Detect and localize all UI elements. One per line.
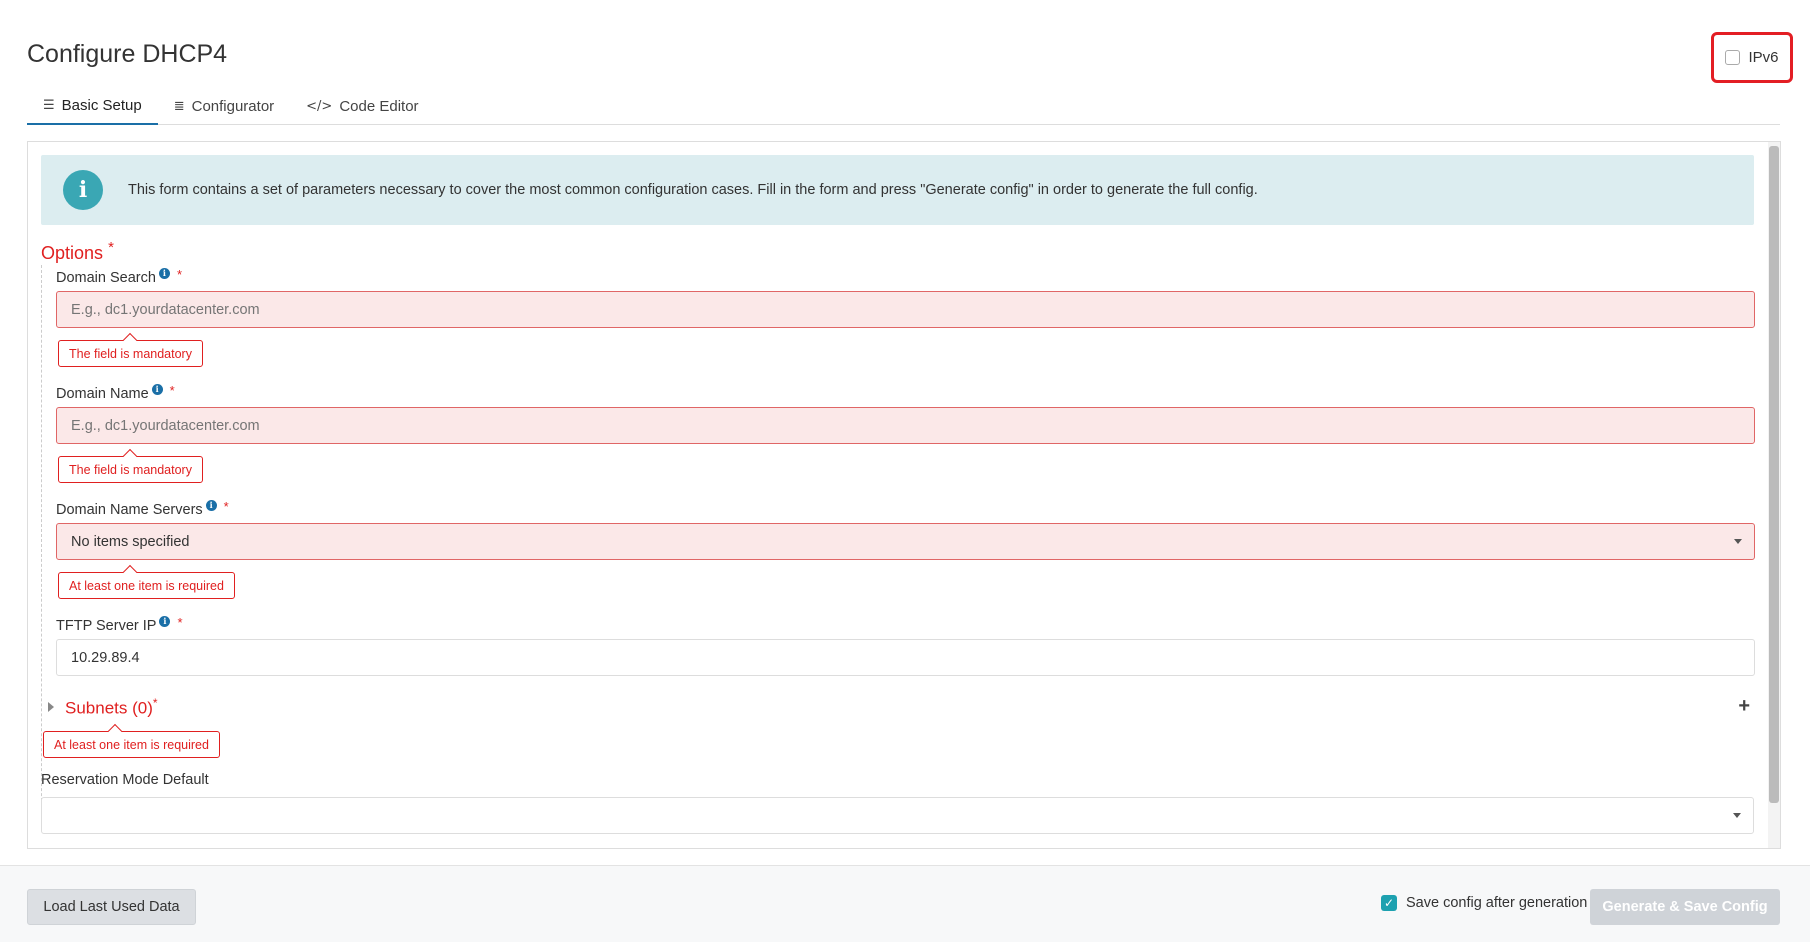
reservation-mode-label: Reservation Mode Default [41,772,209,788]
info-icon[interactable]: i [205,500,217,511]
info-text: This form contains a set of parameters n… [128,182,1258,198]
add-subnet-icon[interactable]: + [1738,695,1750,718]
domain-name-servers-label: Domain Name Servers i * [56,499,229,518]
info-icon[interactable]: i [158,268,170,279]
options-title: Options [41,243,104,263]
ipv6-label: IPv6 [1748,49,1779,66]
required-mark: * [177,615,183,630]
info-icon[interactable]: i [159,616,171,627]
required-mark: * [152,695,158,710]
domain-name-servers-select[interactable]: No items specified [56,523,1755,560]
ipv6-checkbox[interactable] [1725,50,1741,65]
info-icon[interactable]: i [151,384,163,395]
tab-basic-setup[interactable]: ☰ Basic Setup [27,88,158,125]
page-title: Configure DHCP4 [27,40,228,68]
info-banner: i This form contains a set of parameters… [41,155,1754,225]
chevron-down-icon [1733,813,1741,818]
ipv6-toggle[interactable]: IPv6 [1711,32,1793,83]
required-mark: * [176,267,182,282]
required-mark: * [108,239,114,256]
scrollbar-thumb[interactable] [1769,146,1779,803]
domain-name-error: The field is mandatory [58,456,203,483]
required-mark: * [169,383,175,398]
tab-label: Code Editor [339,98,419,115]
domain-name-label: Domain Name i * [56,383,175,402]
options-section-title: Options * [41,239,114,264]
chevron-right-icon[interactable] [48,702,54,712]
tftp-server-ip-label: TFTP Server IP i * [56,615,183,634]
scrollbar[interactable] [1768,142,1780,848]
code-icon: </> [306,99,333,114]
options-group: Domain Search i * The field is mandatory… [41,265,1755,816]
subnets-title-text: Subnets (0) [65,698,153,718]
load-last-used-data-button[interactable]: Load Last Used Data [27,889,196,925]
form-panel: i This form contains a set of parameters… [27,141,1781,849]
tftp-server-ip-input[interactable] [56,639,1755,676]
required-mark: * [223,499,229,514]
list-lines-icon: ≣ [173,99,185,114]
domain-search-error: The field is mandatory [58,340,203,367]
field-label-text: TFTP Server IP [56,618,157,634]
generate-save-config-button[interactable]: Generate & Save Config [1590,889,1780,925]
field-label-text: Domain Name [56,386,149,402]
tab-label: Basic Setup [61,97,142,114]
domain-search-input[interactable] [56,291,1755,328]
save-after-label: Save config after generation [1406,895,1588,911]
list-check-icon: ☰ [43,98,55,113]
domain-search-label: Domain Search i * [56,267,182,286]
save-after-generation-toggle[interactable]: ✓ Save config after generation [1381,895,1587,911]
domain-name-servers-error: At least one item is required [58,572,235,599]
footer-bar: Load Last Used Data ✓ Save config after … [0,865,1810,942]
tab-label: Configurator [191,98,275,115]
checkmark-icon[interactable]: ✓ [1381,895,1397,911]
subnets-title: Subnets (0)* [65,696,158,719]
domain-name-input[interactable] [56,407,1755,444]
info-icon: i [63,170,103,210]
tab-code-editor[interactable]: </> Code Editor [290,88,434,125]
field-label-text: Domain Name Servers [56,502,203,518]
tab-bar: ☰ Basic Setup ≣ Configurator </> Code Ed… [27,88,1780,125]
select-value: No items specified [71,533,190,550]
subnets-error: At least one item is required [43,731,220,758]
chevron-down-icon [1734,539,1742,544]
reservation-mode-select[interactable] [41,797,1754,834]
tab-configurator[interactable]: ≣ Configurator [158,88,290,125]
field-label-text: Domain Search [56,270,156,286]
subnets-header[interactable]: Subnets (0)* + [41,692,1754,722]
